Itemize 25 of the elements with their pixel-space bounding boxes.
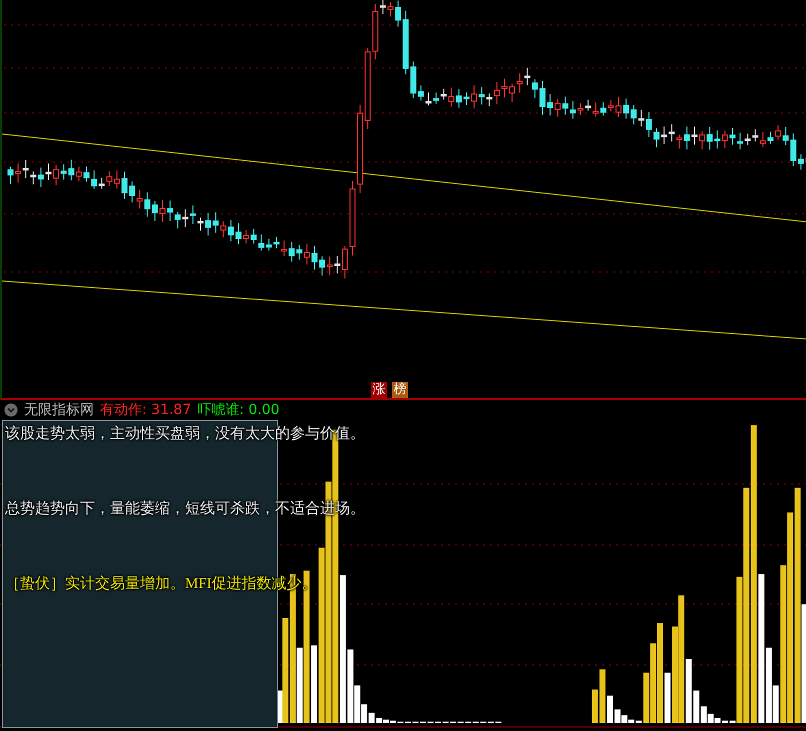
candlestick bbox=[8, 166, 14, 184]
candlestick bbox=[502, 78, 508, 98]
candlestick bbox=[274, 236, 280, 249]
badge: 涨 bbox=[371, 382, 387, 398]
collapse-icon[interactable] bbox=[4, 403, 18, 417]
candlestick bbox=[46, 163, 52, 180]
candlestick bbox=[122, 171, 128, 200]
candlestick bbox=[540, 80, 546, 116]
indicator-title: 无限指标网 bbox=[24, 401, 94, 419]
candlestick bbox=[578, 102, 584, 116]
candlestick bbox=[84, 166, 90, 182]
indicator-value: 有动作: 31.87 bbox=[100, 401, 192, 419]
candlestick bbox=[160, 200, 166, 223]
badge: 榜 bbox=[392, 382, 408, 398]
indicator-value: 吓唬谁: 0.00 bbox=[197, 401, 280, 419]
candlestick bbox=[616, 96, 622, 118]
candlestick bbox=[654, 128, 660, 148]
candlestick bbox=[236, 222, 242, 245]
candlestick bbox=[426, 92, 432, 106]
candlestick bbox=[692, 126, 698, 146]
candlestick bbox=[312, 245, 318, 270]
candlestick bbox=[730, 128, 736, 146]
candlestick bbox=[464, 92, 470, 106]
candlestick bbox=[198, 217, 204, 232]
candlestick bbox=[768, 131, 774, 144]
